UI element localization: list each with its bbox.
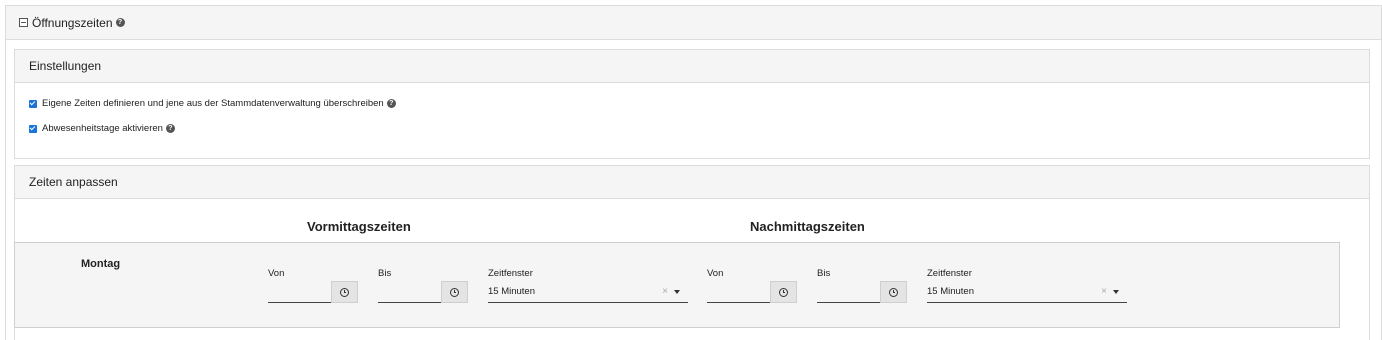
morning-window-select[interactable]: 15 Minuten × xyxy=(488,281,688,303)
clear-icon[interactable]: × xyxy=(1101,286,1107,297)
option-absence-days[interactable]: Abwesenheitstage aktivieren ? xyxy=(29,123,175,134)
morning-window-label: Zeitfenster xyxy=(488,268,533,279)
day-label: Montag xyxy=(81,258,121,270)
caret-down-icon[interactable] xyxy=(674,289,680,294)
checkbox-checked-icon[interactable] xyxy=(29,124,37,133)
option-absence-days-label: Abwesenheitstage aktivieren xyxy=(42,123,163,134)
morning-title: Vormittagszeiten xyxy=(307,219,411,234)
afternoon-to-clock-button[interactable] xyxy=(880,281,907,303)
clock-icon xyxy=(450,287,459,297)
morning-from-clock-button[interactable] xyxy=(331,281,358,303)
morning-to-input[interactable] xyxy=(378,281,468,303)
caret-down-icon[interactable] xyxy=(1113,289,1119,294)
section-header[interactable]: Öffnungszeiten ? xyxy=(6,6,1381,40)
afternoon-window-select[interactable]: 15 Minuten × xyxy=(927,281,1127,303)
afternoon-from-label: Von xyxy=(707,268,724,279)
help-icon[interactable]: ? xyxy=(386,99,396,108)
morning-from-label: Von xyxy=(268,268,285,279)
day-row-monday: Montag Von Bis Zeitfenster 15 Minuten × … xyxy=(14,242,1340,328)
times-panel-title: Zeiten anpassen xyxy=(15,166,1369,199)
help-icon[interactable]: ? xyxy=(165,124,175,133)
help-icon[interactable]: ? xyxy=(115,18,125,27)
collapse-icon[interactable] xyxy=(19,18,28,27)
morning-from-input[interactable] xyxy=(268,281,358,303)
section-title: Öffnungszeiten xyxy=(32,15,113,30)
option-custom-times-label: Eigene Zeiten definieren und jene aus de… xyxy=(42,98,384,109)
morning-window-value: 15 Minuten xyxy=(488,286,536,297)
morning-to-label: Bis xyxy=(378,268,392,279)
afternoon-to-label: Bis xyxy=(817,268,831,279)
afternoon-from-clock-button[interactable] xyxy=(770,281,797,303)
clock-icon xyxy=(889,287,898,297)
settings-panel: Einstellungen Eigene Zeiten definieren u… xyxy=(14,49,1370,159)
afternoon-to-input[interactable] xyxy=(817,281,907,303)
afternoon-window-value: 15 Minuten xyxy=(927,286,975,297)
afternoon-from-input[interactable] xyxy=(707,281,797,303)
afternoon-title: Nachmittagszeiten xyxy=(750,219,865,234)
clear-icon[interactable]: × xyxy=(662,286,668,297)
clock-icon xyxy=(340,287,349,297)
afternoon-window-label: Zeitfenster xyxy=(927,268,972,279)
option-custom-times[interactable]: Eigene Zeiten definieren und jene aus de… xyxy=(29,98,396,109)
clock-icon xyxy=(779,287,788,297)
checkbox-checked-icon[interactable] xyxy=(29,99,37,108)
morning-to-clock-button[interactable] xyxy=(441,281,468,303)
settings-panel-title: Einstellungen xyxy=(15,50,1369,83)
